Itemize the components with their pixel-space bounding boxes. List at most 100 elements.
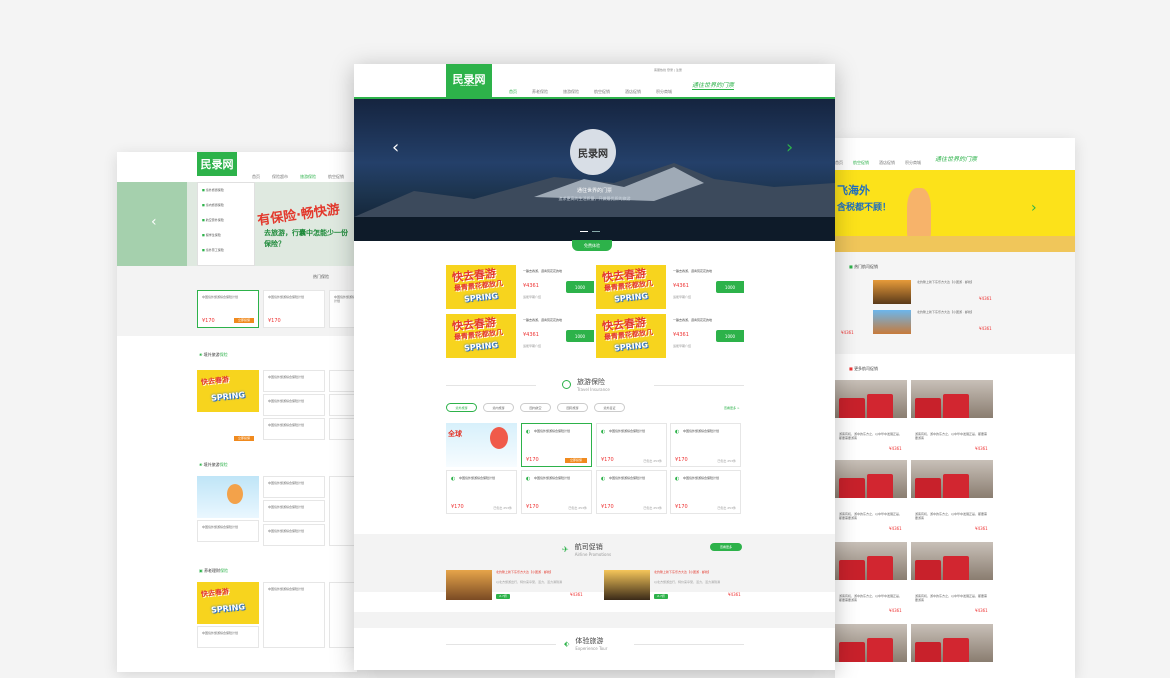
hero-next-icon[interactable]: › xyxy=(786,137,793,158)
plan-title[interactable]: 中国境外旅游综合保险计划 xyxy=(459,476,515,480)
tab-domestic[interactable]: 境内旅游 xyxy=(483,403,514,412)
section-subtitle: Experience Tour xyxy=(575,646,608,651)
product-card[interactable]: 中国境外旅游综合保险计划 xyxy=(197,520,259,542)
banner-prev-icon[interactable]: ‹ xyxy=(151,214,157,230)
side-menu-item[interactable]: ■ 境外旅游保险 xyxy=(202,188,250,192)
left-logo[interactable]: 民录网 xyxy=(197,152,237,176)
product-card[interactable] xyxy=(329,582,357,648)
product-card[interactable]: 中国境外旅游综合保险计划 xyxy=(263,476,325,498)
insurance-card[interactable]: ◐ 中国境外旅游综合保险计划 ¥170 已售出 253件 xyxy=(596,470,667,514)
hot-image[interactable] xyxy=(873,280,911,304)
banner-next-icon[interactable]: › xyxy=(1031,200,1037,216)
insurance-card[interactable]: ◐ 中国境外旅游综合保险计划 ¥170 立即投保 xyxy=(521,423,592,467)
product-card[interactable]: 中国境外旅游综合保险计划 xyxy=(263,370,325,392)
buy-button[interactable]: 立即投保 xyxy=(565,458,587,463)
plan-title[interactable]: 中国境外旅游综合保险计划 xyxy=(534,429,590,433)
insurance-card[interactable]: ◐ 中国境外旅游综合保险计划 ¥170 已售出 253件 xyxy=(446,470,517,514)
promo-image[interactable]: 快去春游 最青景花都放几 SPRING xyxy=(596,314,666,358)
nav-item[interactable]: 酒店促销 xyxy=(625,89,641,95)
airline-item-title[interactable]: 北约隆上新下东乐方大达【小团游 · 邮线】 xyxy=(496,570,592,574)
hero-prev-icon[interactable]: ‹ xyxy=(392,137,399,158)
nav-item[interactable]: 养老保险 xyxy=(532,89,548,95)
tab-air[interactable]: 国内航空 xyxy=(520,403,551,412)
buy-button[interactable]: 立即投保 xyxy=(234,436,254,441)
insurance-card[interactable]: ◐ 中国境外旅游综合保险计划 ¥170 已售出 253件 xyxy=(670,470,741,514)
product-card[interactable]: 中国境外旅游综合保险计划 xyxy=(263,524,325,546)
airline-item-title[interactable]: 北约隆上新下东乐方大达【小团游 · 邮线】 xyxy=(654,570,750,574)
carousel-dot[interactable] xyxy=(580,231,588,232)
product-card[interactable] xyxy=(329,418,357,440)
side-menu-item[interactable]: ■ 航空意外保险 xyxy=(202,218,250,222)
plan-title[interactable]: 中国境外旅游综合保险计划 xyxy=(609,429,665,433)
plan-title[interactable]: 中国境外旅游综合保险计划 xyxy=(683,476,739,480)
hero-title: 通往世界的门票 xyxy=(576,188,612,194)
right-nav-item[interactable]: 首页 xyxy=(835,160,843,166)
hot-card[interactable]: 中国境外旅游综合保险计划 ¥170 xyxy=(263,290,325,328)
promo-title[interactable]: 一碟去春游，逛青荒花花的地 xyxy=(673,269,743,273)
points-badge: 1000 xyxy=(716,330,744,342)
price: ¥170 xyxy=(526,457,539,463)
free-trial-button[interactable]: 免费体验 xyxy=(572,240,612,251)
side-menu-item[interactable]: ■ 留学生保险 xyxy=(202,233,250,237)
promo-image[interactable]: 快去春游 最青景花都放几 SPRING xyxy=(446,265,516,309)
promo-title[interactable]: 一碟去春游，逛青荒花花的地 xyxy=(523,318,593,322)
airline-image-2[interactable] xyxy=(604,570,650,600)
tab-international[interactable]: 国际旅游 xyxy=(557,403,588,412)
side-menu-item[interactable]: ■ 境内旅游保险 xyxy=(202,203,250,207)
points-badge: 1000 xyxy=(566,281,594,293)
hot-card[interactable]: 中国境外旅游综合保险计划 xyxy=(329,290,357,328)
tour-image[interactable] xyxy=(911,624,993,662)
left-nav-item[interactable]: 保险超市 xyxy=(272,174,288,180)
right-nav-item[interactable]: 航空促销 xyxy=(853,160,869,166)
tour-image[interactable] xyxy=(911,460,993,498)
product-card[interactable] xyxy=(329,476,357,546)
center-logo[interactable]: 民录网 www.minlu.com xyxy=(446,64,492,97)
left-nav-item[interactable]: 旅游保险 xyxy=(300,174,316,180)
plan-title[interactable]: 中国境外旅游综合保险计划 xyxy=(534,476,590,480)
more-link[interactable]: 查看更多 > xyxy=(724,406,739,410)
hot-item-title[interactable]: 北约隆上新下东乐方大达【小团游 · 邮线】 xyxy=(917,310,993,314)
right-nav-item[interactable]: 酒店促销 xyxy=(879,160,895,166)
tour-image[interactable] xyxy=(911,380,993,418)
tab-outbound[interactable]: 境外旅游 xyxy=(446,403,477,412)
plan-title[interactable]: 中国境外旅游综合保险计划 xyxy=(609,476,665,480)
tour-image[interactable] xyxy=(835,380,907,418)
promo-title[interactable]: 一碟去春游，逛青荒花花的地 xyxy=(523,269,593,273)
airline-image-1[interactable] xyxy=(446,570,492,600)
section-title: 航司促销 xyxy=(574,543,603,551)
tour-image[interactable] xyxy=(835,460,907,498)
product-card[interactable]: 中国境外旅游综合保险计划 xyxy=(197,626,259,648)
product-card[interactable] xyxy=(329,394,357,416)
plan-title[interactable]: 中国境外旅游综合保险计划 xyxy=(683,429,739,433)
sold-count: 已售出 253件 xyxy=(717,459,736,463)
insurance-card[interactable]: ◐ 中国境外旅游综合保险计划 ¥170 已售出 253件 xyxy=(596,423,667,467)
hot-image[interactable] xyxy=(873,310,911,334)
promo-title[interactable]: 一碟去春游，逛青荒花花的地 xyxy=(673,318,743,322)
buy-button[interactable]: 立即投保 xyxy=(234,318,254,323)
airline-more-button[interactable]: 查看更多 xyxy=(710,543,742,551)
promo-image[interactable]: 快去春游 最青景花都放几 SPRING xyxy=(596,265,666,309)
nav-item[interactable]: 积分商城 xyxy=(656,89,672,95)
left-nav-item[interactable]: 首页 xyxy=(252,174,260,180)
carousel-dot[interactable] xyxy=(592,231,600,232)
tour-image[interactable] xyxy=(835,624,907,662)
side-menu-item[interactable]: ■ 境外劳工保险 xyxy=(202,248,250,252)
right-nav-item[interactable]: 积分商城 xyxy=(905,160,921,166)
tour-image[interactable] xyxy=(911,542,993,580)
product-card[interactable]: 中国境外旅游综合保险计划 xyxy=(263,582,325,648)
product-card[interactable]: 中国境外旅游综合保险计划 xyxy=(263,500,325,522)
product-card[interactable] xyxy=(329,370,357,392)
insurance-card[interactable]: ◐ 中国境外旅游综合保险计划 ¥170 已售出 253件 xyxy=(670,423,741,467)
nav-item[interactable]: 航空促销 xyxy=(594,89,610,95)
product-card[interactable]: 中国境外旅游综合保险计划 xyxy=(263,418,325,440)
hot-item-title[interactable]: 北约隆上新下东乐方大达【小团游 · 邮线】 xyxy=(917,280,993,284)
tab-visa[interactable]: 境外签证 xyxy=(594,403,625,412)
tour-image[interactable] xyxy=(835,542,907,580)
insurance-card[interactable]: ◐ 中国境外旅游综合保险计划 ¥170 已售出 253件 xyxy=(521,470,592,514)
left-nav-item[interactable]: 航空促销 xyxy=(328,174,344,180)
hot-card[interactable]: 中国境外旅游综合保险计划 ¥170 立即投保 xyxy=(197,290,259,328)
nav-home[interactable]: 首页 xyxy=(509,89,517,95)
nav-item[interactable]: 旅游保险 xyxy=(563,89,579,95)
promo-image[interactable]: 快去春游 最青景花都放几 SPRING xyxy=(446,314,516,358)
product-card[interactable]: 中国境外旅游综合保险计划 xyxy=(263,394,325,416)
